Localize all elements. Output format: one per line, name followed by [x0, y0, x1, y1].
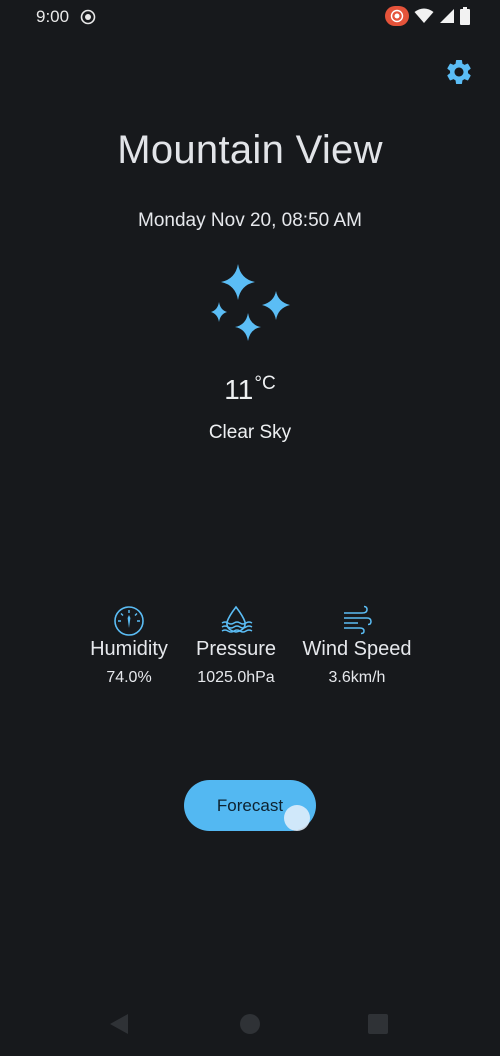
metric-value: 3.6km/h — [328, 669, 386, 686]
home-icon[interactable] — [240, 1014, 260, 1034]
status-time: 9:00 — [36, 7, 70, 26]
metric-label: Pressure — [195, 638, 277, 660]
recents-icon[interactable] — [368, 1014, 388, 1034]
temperature-value: 11 — [224, 374, 254, 405]
screen-record-icon — [385, 6, 409, 26]
notification-dot-icon — [80, 9, 96, 25]
status-bar: 9:00 — [0, 0, 500, 34]
wifi-icon — [414, 8, 434, 23]
cellular-signal-icon — [440, 9, 454, 23]
wind-icon — [344, 605, 372, 635]
water-drop-waves-icon — [221, 605, 253, 633]
weather-condition: Clear Sky — [208, 422, 292, 443]
metric-wind-speed: Wind Speed 3.6km/h — [287, 604, 427, 687]
back-icon[interactable] — [110, 1014, 128, 1034]
date-time: Monday Nov 20, 08:50 AM — [138, 210, 362, 231]
temperature-unit: °C — [254, 373, 276, 394]
gauge-icon — [114, 606, 144, 636]
city-name: Mountain View — [117, 128, 383, 172]
temperature: 11°C — [0, 373, 500, 406]
status-icons — [385, 6, 470, 26]
touch-indicator — [284, 805, 310, 831]
metric-pressure: Pressure 1025.0hPa — [166, 604, 306, 687]
clear-sky-sparkles-icon — [211, 264, 290, 341]
battery-icon — [460, 7, 470, 25]
system-nav-bar — [0, 998, 500, 1056]
metric-label: Wind Speed — [302, 638, 412, 660]
metric-value: 1025.0hPa — [197, 669, 275, 686]
gear-icon[interactable] — [444, 57, 474, 87]
